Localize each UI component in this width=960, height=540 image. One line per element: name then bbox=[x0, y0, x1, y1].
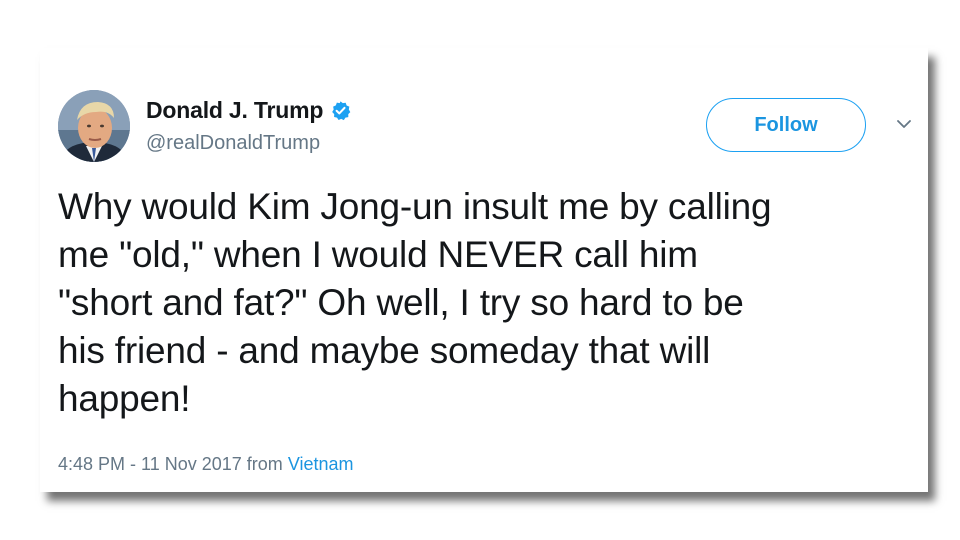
author-display-name[interactable]: Donald J. Trump bbox=[146, 97, 323, 124]
author-name-row: Donald J. Trump bbox=[146, 96, 351, 124]
tweet-meta: 4:48 PM - 11 Nov 2017 from Vietnam bbox=[58, 454, 354, 475]
avatar[interactable] bbox=[58, 90, 130, 162]
follow-button[interactable]: Follow bbox=[706, 98, 866, 152]
from-label: from bbox=[246, 454, 283, 474]
user-avatar-icon bbox=[58, 90, 130, 162]
verified-badge-icon bbox=[330, 100, 351, 121]
tweet-timestamp[interactable]: 4:48 PM - 11 Nov 2017 bbox=[58, 454, 242, 474]
page-background: Donald J. Trump @realDonaldTrump Follow … bbox=[0, 0, 960, 540]
tweet-location-link[interactable]: Vietnam bbox=[288, 454, 354, 474]
author-handle[interactable]: @realDonaldTrump bbox=[146, 132, 320, 155]
tweet-card: Donald J. Trump @realDonaldTrump Follow … bbox=[40, 48, 928, 492]
chevron-down-icon[interactable] bbox=[894, 114, 914, 134]
tweet-text: Why would Kim Jong-un insult me by calli… bbox=[58, 186, 772, 419]
